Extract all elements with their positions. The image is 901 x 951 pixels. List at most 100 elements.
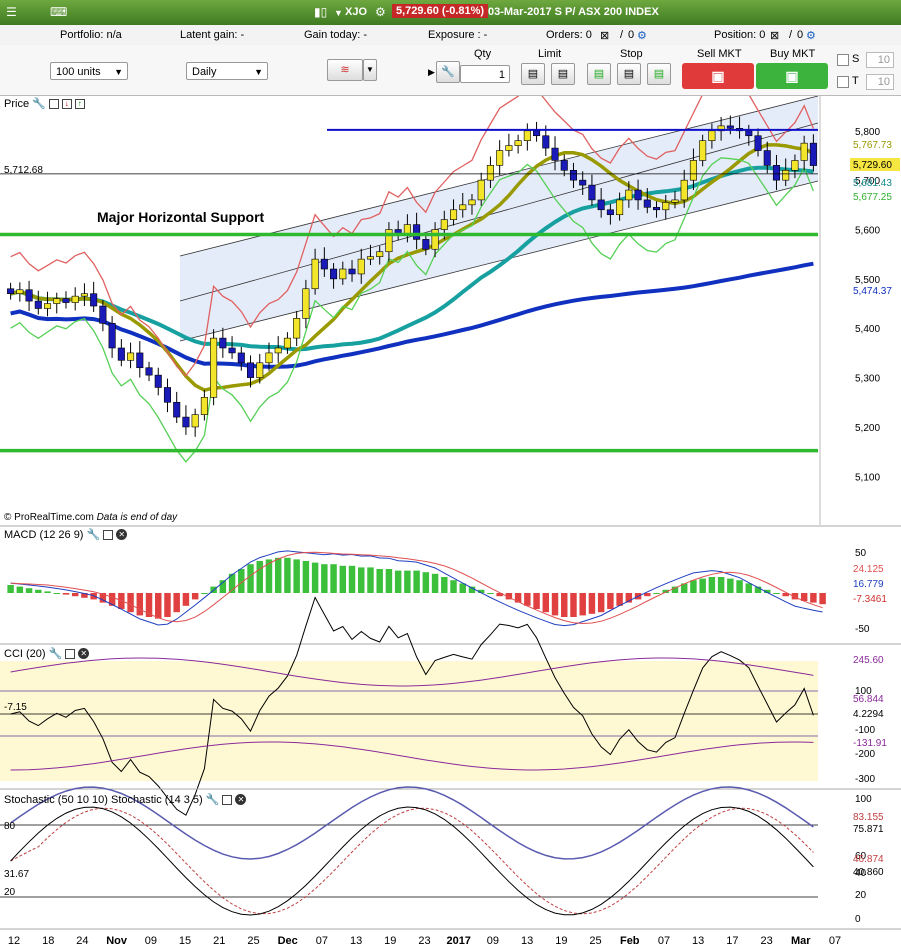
candle-body	[745, 130, 753, 137]
macd-panel-title: MACD (12 26 9)	[4, 528, 84, 541]
stop-limit-button[interactable]: ▤	[647, 63, 671, 85]
gain-today-status: Gain today: -	[304, 29, 367, 41]
chevron-down-icon[interactable]: ▼	[334, 8, 343, 18]
macd-histogram-bar	[588, 593, 596, 614]
account-status-bar: Portfolio: n/a Latent gain: - Gain today…	[0, 25, 901, 46]
candle-body	[477, 179, 485, 201]
macd-histogram-bar	[201, 593, 208, 594]
maximize-icon[interactable]	[48, 98, 59, 109]
gear-icon[interactable]: ⚙	[375, 5, 386, 19]
macd-histogram-bar	[745, 583, 753, 593]
menu-icon[interactable]: ☰	[6, 5, 17, 19]
chart-type-dropdown[interactable]: ▼	[363, 59, 377, 81]
chart-area: Major Horizontal Support 5,712.68 © ProR…	[0, 96, 901, 947]
candle-body	[136, 352, 144, 369]
candle-body	[357, 258, 365, 275]
candle-body	[127, 352, 135, 361]
wrench-icon[interactable]: 🔧	[49, 647, 63, 660]
candle-body	[154, 374, 162, 388]
x-axis-label: 18	[42, 935, 54, 947]
macd-histogram-bar	[321, 564, 328, 593]
macd-histogram-bar	[191, 593, 199, 600]
candle-body	[376, 251, 384, 257]
qty-input[interactable]: 1	[460, 65, 510, 83]
macd-histogram-bar	[376, 569, 383, 593]
cci-tick-label: -100	[855, 725, 875, 736]
close-icon[interactable]: ✕	[78, 648, 90, 659]
s-checkbox[interactable]	[837, 54, 849, 66]
candle-body	[726, 125, 734, 129]
move-up-icon[interactable]: ↑	[74, 98, 85, 109]
wrench-icon[interactable]: 🔧	[32, 97, 46, 110]
stop-buy-button[interactable]: ▤	[587, 63, 611, 85]
candle-body	[34, 300, 42, 309]
cci-left-label: -7.15	[4, 702, 27, 713]
maximize-icon[interactable]	[65, 648, 76, 659]
macd-histogram-bar	[367, 567, 374, 593]
candle-body	[228, 347, 236, 354]
close-icon[interactable]: ✕	[235, 794, 247, 805]
price-tick-label: 5,100	[855, 472, 880, 483]
maximize-icon[interactable]	[103, 529, 114, 540]
price-badge-value: 5,681.43	[853, 178, 892, 189]
macd-histogram-bar	[699, 578, 706, 593]
candle-body	[791, 160, 799, 171]
wrench-icon[interactable]: 🔧	[86, 528, 100, 541]
play-icon[interactable]: ▶	[428, 67, 435, 78]
cci-badge-value: 245.60	[853, 655, 884, 666]
candle-body	[246, 362, 255, 378]
candle-body	[542, 135, 550, 149]
price-tick-label: 5,500	[855, 275, 880, 286]
macd-histogram-bar	[653, 593, 660, 594]
stoch-badge-value: 75.871	[853, 824, 884, 835]
price-panel-header: Price 🔧 ↓ ↑	[4, 97, 85, 110]
t-checkbox[interactable]	[837, 76, 849, 88]
chart-type-button[interactable]: ≋	[327, 59, 363, 81]
candlestick-icon[interactable]: ▮▯	[314, 5, 327, 19]
candle-body	[99, 305, 107, 324]
stop-sell-button[interactable]: ▤	[617, 63, 641, 85]
macd-histogram-bar	[284, 557, 291, 593]
orders-cancel-icon[interactable]: ⊠	[600, 29, 609, 42]
cci-panel: -7.15 100 -100 -200 -300 245.60 56.844 4.2294 -1…	[0, 596, 887, 816]
sell-market-button[interactable]: ▣	[682, 63, 754, 89]
macd-histogram-bar	[358, 567, 365, 593]
macd-histogram-bar	[708, 577, 716, 593]
order-icon: ▤	[527, 68, 539, 80]
latent-gain-status: Latent gain: -	[180, 29, 245, 41]
units-select[interactable]: 100 units ▼	[50, 62, 128, 80]
candle-body	[62, 298, 70, 303]
orders-slash: /	[620, 29, 624, 41]
limit-sell-button[interactable]: ▤	[551, 63, 575, 85]
gear-icon[interactable]: ⚙	[806, 29, 816, 42]
macd-histogram-bar	[71, 593, 79, 597]
position-settings-zero: 0	[797, 29, 804, 41]
candle-body	[588, 184, 596, 201]
wrench-button[interactable]: 🔧	[436, 61, 460, 83]
maximize-icon[interactable]	[222, 794, 233, 805]
period-select[interactable]: Daily ▼	[186, 62, 268, 80]
candle-body	[680, 179, 688, 201]
stochastic-panel: 8031.6720100604020083.15575.87146.87440.…	[0, 786, 884, 925]
s-value-input[interactable]: 10	[866, 52, 894, 68]
candle-body	[708, 130, 716, 141]
x-axis-label: Dec	[278, 935, 298, 947]
cci-badge-value: 4.2294	[853, 709, 884, 720]
position-slash: /	[789, 29, 793, 41]
gear-icon[interactable]: ⚙	[637, 29, 647, 42]
candle-body	[662, 202, 670, 211]
qty-label: Qty	[474, 48, 492, 60]
move-down-icon[interactable]: ↓	[61, 98, 72, 109]
stoch-left-label: 20	[4, 887, 16, 898]
close-icon[interactable]: ✕	[116, 529, 128, 540]
limit-buy-button[interactable]: ▤	[521, 63, 545, 85]
keyboard-icon[interactable]: ⌨	[50, 5, 67, 19]
stoch-fast-line	[10, 806, 814, 916]
wrench-icon[interactable]: 🔧	[206, 793, 220, 806]
position-cancel-icon[interactable]: ⊠	[770, 29, 779, 42]
macd-histogram-bar	[773, 593, 780, 594]
t-value-input[interactable]: 10	[866, 74, 894, 90]
x-axis-label: 13	[350, 935, 362, 947]
t-label: T	[852, 75, 859, 87]
buy-market-button[interactable]: ▣	[756, 63, 828, 89]
